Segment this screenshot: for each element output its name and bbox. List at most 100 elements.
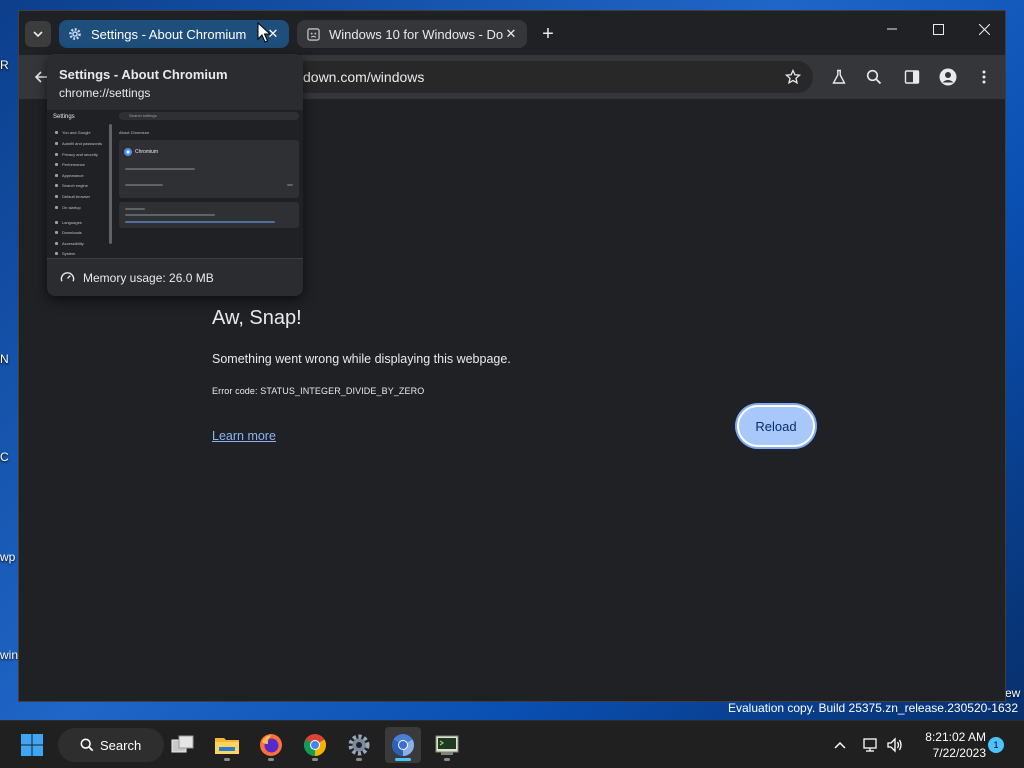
notification-badge[interactable]: 1 <box>988 737 1004 753</box>
mouse-pointer-icon <box>257 22 271 43</box>
tab-title: Windows 10 for Windows - Do <box>329 26 503 42</box>
file-explorer-button[interactable] <box>209 727 245 763</box>
clock-date: 7/22/2023 <box>932 746 986 760</box>
hover-card-title: Settings - About Chromium <box>59 67 228 82</box>
gear-icon <box>67 26 83 42</box>
thumbnail-text-line <box>125 168 195 170</box>
firefox-icon <box>260 734 282 756</box>
thumbnail-item: Search engine <box>55 183 88 188</box>
menu-button[interactable] <box>974 67 994 87</box>
thumbnail-item: Privacy and security <box>55 152 98 157</box>
tab-strip: Settings - About Chromium ✕ Windows 10 f… <box>19 11 1005 55</box>
chromium-button[interactable] <box>385 727 421 763</box>
new-tab-button[interactable]: + <box>537 23 559 45</box>
thumbnail-sidebar: Settings You and Google Autofill and pas… <box>47 110 113 258</box>
chromium-icon <box>392 734 414 756</box>
windows-logo-icon <box>21 734 43 756</box>
taskbar-search-label: Search <box>100 737 142 753</box>
firefox-button[interactable] <box>253 727 289 763</box>
profile-button[interactable] <box>938 67 958 87</box>
avatar-icon <box>939 68 957 86</box>
show-hidden-icons-button[interactable] <box>830 735 850 755</box>
tab-search-button[interactable] <box>25 21 51 47</box>
reload-button[interactable]: Reload <box>737 405 815 447</box>
thumbnail-text-line <box>287 184 293 186</box>
thumbnail-card <box>119 202 299 228</box>
taskbar: Search 8:21:02 AM 7/22/2023 1 <box>0 720 1024 768</box>
hover-card-thumbnail: Settings You and Google Autofill and pas… <box>47 110 303 258</box>
side-panel-icon <box>904 70 920 84</box>
taskbar-clock[interactable]: 8:21:02 AM 7/22/2023 <box>914 729 986 761</box>
search-button[interactable] <box>864 67 884 87</box>
bookmark-star-button[interactable] <box>783 67 803 87</box>
close-icon <box>978 23 990 35</box>
taskbar-search[interactable]: Search <box>58 728 164 762</box>
gauge-icon <box>59 270 75 286</box>
maximize-button[interactable] <box>915 15 961 43</box>
tab-windows-10-download[interactable]: Windows 10 for Windows - Do ✕ <box>297 20 527 48</box>
chromium-logo-icon <box>124 148 132 156</box>
search-icon <box>866 69 882 85</box>
clock-time: 8:21:02 AM <box>925 730 986 744</box>
volume-button[interactable] <box>885 735 905 755</box>
thumbnail-item: Downloads <box>55 230 82 235</box>
learn-more-link[interactable]: Learn more <box>212 429 276 443</box>
chrome-icon <box>304 734 326 756</box>
star-icon <box>785 69 801 85</box>
evaluation-watermark: Evaluation copy. Build 25375.zn_release.… <box>728 701 1018 715</box>
minimize-button[interactable] <box>869 15 915 43</box>
address-bar-url: down.com/windows <box>303 69 425 85</box>
thumbnail-item: Accessibility <box>55 241 84 246</box>
maximize-icon <box>932 23 944 35</box>
terminal-icon <box>435 735 459 755</box>
desktop-icon-label[interactable]: wp <box>0 550 15 564</box>
back-arrow-icon <box>34 71 47 83</box>
close-icon[interactable]: ✕ <box>503 26 519 42</box>
desktop-icon-label[interactable]: ew <box>1005 686 1020 700</box>
task-view-button[interactable] <box>165 727 201 763</box>
thumbnail-text-line <box>125 208 145 210</box>
thumbnail-search: Search settings <box>119 112 299 120</box>
thumbnail-scrollbar <box>109 124 112 244</box>
network-icon <box>863 738 877 752</box>
kebab-menu-icon <box>982 70 986 84</box>
thumbnail-item: Default browser <box>55 194 90 199</box>
thumbnail-header: Settings <box>53 114 75 120</box>
chevron-up-icon <box>834 741 846 749</box>
error-title: Aw, Snap! <box>212 307 302 329</box>
desktop-icon-label[interactable]: C <box>0 450 9 464</box>
desktop-icon-label[interactable]: win <box>0 648 18 662</box>
running-indicator <box>356 758 362 761</box>
network-button[interactable] <box>861 735 881 755</box>
thumbnail-item: On startup <box>55 205 81 210</box>
page-icon <box>305 26 321 42</box>
thumbnail-item: Autofill and passwords <box>55 141 102 146</box>
flask-icon <box>832 69 846 84</box>
thumbnail-card: Chromium <box>119 140 299 198</box>
desktop-icon-label[interactable]: N <box>0 352 9 366</box>
gear-icon <box>348 734 370 756</box>
thumbnail-text-line <box>125 221 275 223</box>
running-indicator <box>224 758 230 761</box>
memory-usage-text: Memory usage: 26.0 MB <box>83 270 214 285</box>
running-indicator <box>444 758 450 761</box>
side-panel-button[interactable] <box>902 67 922 87</box>
terminal-app-button[interactable] <box>429 727 465 763</box>
tab-title: Settings - About Chromium <box>91 26 247 42</box>
labs-button[interactable] <box>829 67 849 87</box>
hover-card-url: chrome://settings <box>59 86 151 100</box>
thumbnail-item: Appearance <box>55 173 84 178</box>
thumbnail-text-line <box>125 184 163 186</box>
error-code: Error code: STATUS_INTEGER_DIVIDE_BY_ZER… <box>212 386 425 396</box>
tab-settings-about-chromium[interactable]: Settings - About Chromium ✕ <box>59 20 289 48</box>
start-button[interactable] <box>14 727 50 763</box>
desktop-icon-label[interactable]: R <box>0 58 9 72</box>
chrome-button[interactable] <box>297 727 333 763</box>
close-window-button[interactable] <box>961 15 1007 43</box>
memory-usage: Memory usage: 26.0 MB <box>47 258 303 296</box>
speaker-icon <box>887 737 902 753</box>
settings-app-button[interactable] <box>341 727 377 763</box>
thumbnail-item: System <box>55 251 75 256</box>
chevron-down-icon <box>33 31 43 38</box>
error-message: Something went wrong while displaying th… <box>212 352 511 366</box>
